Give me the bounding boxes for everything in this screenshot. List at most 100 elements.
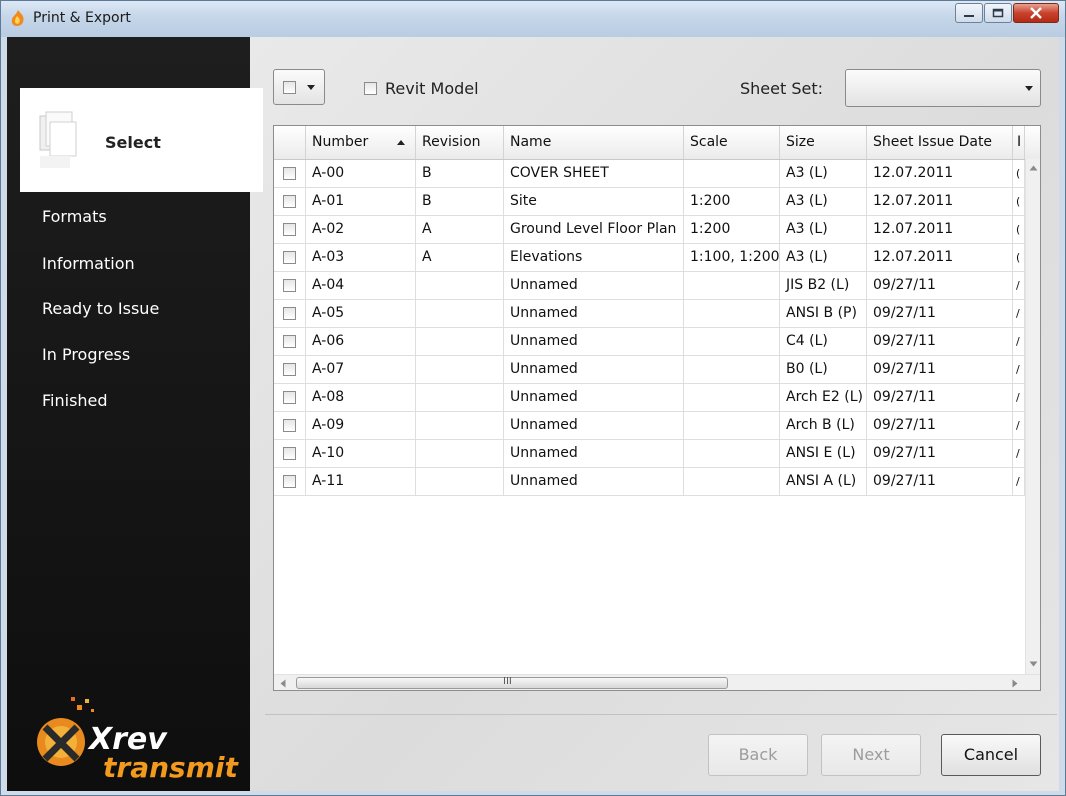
row-checkbox[interactable]	[283, 251, 296, 264]
table-row[interactable]: A-06 Unnamed C4 (L) 09/27/11/	[274, 328, 1040, 356]
cell-date: 09/27/11	[867, 328, 1013, 356]
column-header-sheet-issue-date[interactable]: Sheet Issue Date	[867, 126, 1013, 159]
row-checkbox[interactable]	[283, 363, 296, 376]
sidebar-item-label: Select	[105, 133, 161, 152]
cell-extra: /	[1013, 356, 1025, 384]
cell-revision	[416, 328, 504, 356]
horizontal-scrollbar[interactable]: III	[274, 674, 1040, 690]
cell-extra: (	[1013, 216, 1025, 244]
row-checkbox-cell	[274, 272, 306, 300]
sidebar-item-finished[interactable]: Finished	[42, 391, 108, 410]
cell-name: Unnamed	[504, 356, 684, 384]
table-row[interactable]: A-10 Unnamed ANSI E (L) 09/27/11/	[274, 440, 1040, 468]
row-checkbox-cell	[274, 216, 306, 244]
scroll-left-icon[interactable]	[280, 679, 286, 688]
table-row[interactable]: A-09 Unnamed Arch B (L) 09/27/11/	[274, 412, 1040, 440]
window-controls	[954, 3, 1059, 25]
cell-name: Unnamed	[504, 272, 684, 300]
table-row[interactable]: A-03 A Elevations 1:100, 1:200 A3 (L) 12.07.2…	[274, 244, 1040, 272]
column-header-size[interactable]: Size	[780, 126, 867, 159]
table-row[interactable]: A-05 Unnamed ANSI B (P) 09/27/11/	[274, 300, 1040, 328]
scroll-down-icon[interactable]	[1029, 661, 1038, 667]
table-row[interactable]: A-08 Unnamed Arch E2 (L) 09/27/11/	[274, 384, 1040, 412]
cell-date: 09/27/11	[867, 356, 1013, 384]
minimize-button[interactable]	[955, 3, 983, 23]
cell-name: Ground Level Floor Plan	[504, 216, 684, 244]
select-all-checkbox[interactable]	[283, 81, 296, 94]
row-checkbox-cell	[274, 412, 306, 440]
cancel-button[interactable]: Cancel	[941, 734, 1041, 776]
row-checkbox-cell	[274, 188, 306, 216]
sidebar-item-select[interactable]: Select	[20, 88, 263, 192]
row-checkbox[interactable]	[283, 195, 296, 208]
minimize-icon	[964, 15, 974, 17]
row-checkbox[interactable]	[283, 279, 296, 292]
sidebar-item-in-progress[interactable]: In Progress	[42, 345, 130, 364]
cell-scale: 1:200	[684, 188, 780, 216]
row-checkbox[interactable]	[283, 307, 296, 320]
cell-size: Arch B (L)	[780, 412, 867, 440]
sidebar-item-information[interactable]: Information	[42, 254, 135, 273]
row-checkbox-cell	[274, 328, 306, 356]
cell-name: Unnamed	[504, 468, 684, 496]
column-header-scale[interactable]: Scale	[684, 126, 780, 159]
revit-model-checkbox[interactable]	[364, 82, 377, 95]
scroll-up-icon[interactable]	[1029, 165, 1038, 171]
row-checkbox[interactable]	[283, 475, 296, 488]
maximize-button[interactable]	[984, 3, 1012, 23]
column-header-extra[interactable]: I	[1013, 126, 1025, 159]
scroll-right-icon[interactable]	[1012, 679, 1018, 688]
next-button[interactable]: Next	[821, 734, 921, 776]
table-row[interactable]: A-00 B COVER SHEET A3 (L) 12.07.2011(	[274, 160, 1040, 188]
cell-size: A3 (L)	[780, 216, 867, 244]
cell-extra: /	[1013, 300, 1025, 328]
cell-date: 09/27/11	[867, 440, 1013, 468]
row-checkbox-cell	[274, 468, 306, 496]
cell-number: A-02	[306, 216, 416, 244]
row-checkbox[interactable]	[283, 419, 296, 432]
cell-revision: A	[416, 244, 504, 272]
cell-number: A-08	[306, 384, 416, 412]
cell-number: A-00	[306, 160, 416, 188]
row-checkbox[interactable]	[283, 335, 296, 348]
cell-date: 12.07.2011	[867, 160, 1013, 188]
cell-size: ANSI E (L)	[780, 440, 867, 468]
row-checkbox-cell	[274, 440, 306, 468]
table-row[interactable]: A-07 Unnamed B0 (L) 09/27/11/	[274, 356, 1040, 384]
cell-extra: (	[1013, 244, 1025, 272]
row-checkbox[interactable]	[283, 391, 296, 404]
cell-scale: 1:200	[684, 216, 780, 244]
table-row[interactable]: A-01 B Site 1:200 A3 (L) 12.07.2011(	[274, 188, 1040, 216]
title-bar[interactable]: Print & Export	[1, 1, 1065, 37]
xrev-logo-icon: Xrev transmit	[37, 697, 239, 784]
vertical-scrollbar[interactable]	[1025, 159, 1040, 676]
cell-date: 09/27/11	[867, 468, 1013, 496]
column-header-revision[interactable]: Revision	[416, 126, 504, 159]
close-button[interactable]	[1013, 3, 1059, 23]
sheets-icon	[39, 111, 77, 168]
column-header-name[interactable]: Name	[504, 126, 684, 159]
row-checkbox[interactable]	[283, 447, 296, 460]
cell-extra: /	[1013, 272, 1025, 300]
cell-extra: /	[1013, 468, 1025, 496]
cell-date: 12.07.2011	[867, 188, 1013, 216]
row-checkbox-cell	[274, 244, 306, 272]
cell-name: Unnamed	[504, 440, 684, 468]
row-checkbox[interactable]	[283, 223, 296, 236]
horizontal-scroll-thumb[interactable]: III	[296, 676, 728, 689]
cell-scale	[684, 440, 780, 468]
sidebar-item-formats[interactable]: Formats	[42, 207, 107, 226]
sheet-set-select[interactable]	[845, 69, 1041, 107]
select-all-dropdown[interactable]	[273, 69, 325, 105]
back-button[interactable]: Back	[708, 734, 808, 776]
cell-revision	[416, 300, 504, 328]
sidebar-item-ready-to-issue[interactable]: Ready to Issue	[42, 299, 159, 318]
table-row[interactable]: A-04 Unnamed JIS B2 (L) 09/27/11/	[274, 272, 1040, 300]
row-checkbox[interactable]	[283, 167, 296, 180]
cell-extra: /	[1013, 384, 1025, 412]
table-row[interactable]: A-11 Unnamed ANSI A (L) 09/27/11/	[274, 468, 1040, 496]
revit-model-label[interactable]: Revit Model	[385, 79, 479, 98]
table-row[interactable]: A-02 A Ground Level Floor Plan 1:200 A3 (L) 1…	[274, 216, 1040, 244]
cell-date: 12.07.2011	[867, 216, 1013, 244]
column-header-number[interactable]: Number	[306, 126, 416, 159]
